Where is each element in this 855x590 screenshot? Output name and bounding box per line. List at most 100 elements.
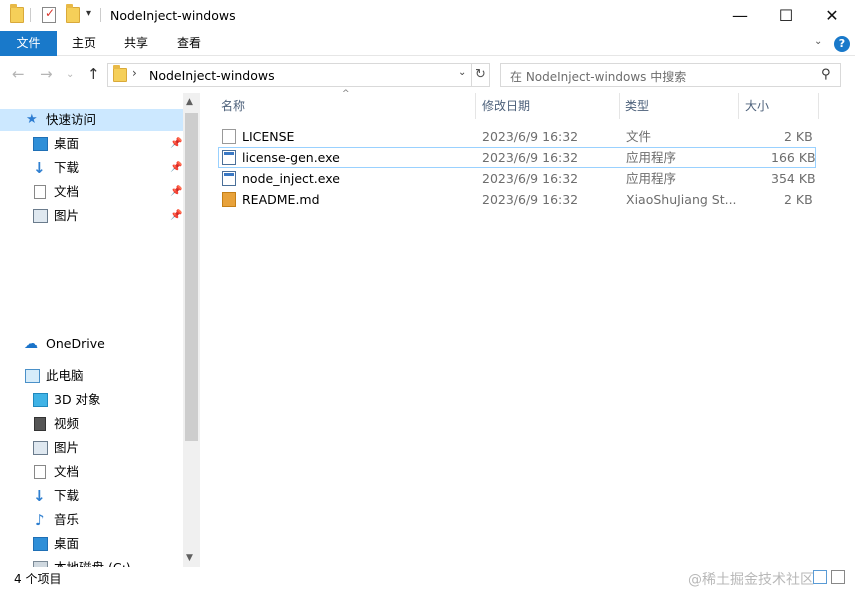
toolbar-divider xyxy=(30,8,31,22)
up-arrow-icon[interactable]: ↑ xyxy=(87,65,100,83)
pin-icon[interactable]: 📌 xyxy=(170,205,182,227)
sidebar-item-label: 此电脑 xyxy=(46,368,84,383)
column-header-name[interactable]: 名称 xyxy=(221,93,245,119)
sidebar-item-music[interactable]: ♪ 音乐 xyxy=(0,509,183,531)
sidebar-item-desktop[interactable]: 桌面 📌 xyxy=(0,133,183,155)
sidebar-item-label: 图片 xyxy=(54,440,80,455)
new-folder-icon[interactable] xyxy=(66,4,80,23)
breadcrumb-chevron-icon[interactable]: › xyxy=(132,66,137,80)
ribbon-tabs: 文件 主页 共享 查看 ⌄ ? xyxy=(0,31,855,56)
sidebar-item-label: 3D 对象 xyxy=(54,392,101,407)
tab-share[interactable]: 共享 xyxy=(114,31,158,56)
sidebar-item-label: 下载 xyxy=(54,488,80,503)
back-arrow-icon[interactable]: ← xyxy=(12,65,25,83)
customize-toolbar-icon[interactable]: ▾ xyxy=(86,8,91,19)
sidebar-item-quick-access[interactable]: ★ 快速访问 xyxy=(0,109,183,131)
navigation-pane: ★ 快速访问 桌面 📌 ↓ 下载 📌 文档 📌 图片 📌 ☁ OneDrive … xyxy=(0,93,200,567)
desktop-icon xyxy=(33,537,48,551)
search-placeholder: 在 NodeInject-windows 中搜索 xyxy=(510,70,687,84)
column-divider[interactable] xyxy=(475,93,476,119)
sort-ascending-icon: ^ xyxy=(342,89,350,99)
sidebar-item-pictures-pc[interactable]: 图片 xyxy=(0,437,183,459)
file-name: license-gen.exe xyxy=(242,150,340,165)
sidebar-item-label: 桌面 xyxy=(54,136,80,151)
sidebar-item-label: 快速访问 xyxy=(46,112,97,127)
file-name: node_inject.exe xyxy=(242,171,340,186)
status-bar: 4 个项目 @稀土掘金技术社区 xyxy=(0,567,855,590)
column-header-date[interactable]: 修改日期 xyxy=(482,93,530,119)
sidebar-item-videos[interactable]: 视频 xyxy=(0,413,183,435)
scroll-up-icon[interactable]: ▲ xyxy=(186,97,193,107)
markdown-icon xyxy=(222,192,236,207)
search-icon[interactable]: ⚲ xyxy=(821,67,831,82)
table-row[interactable]: license-gen.exe 2023/6/9 16:32 应用程序 166 … xyxy=(218,147,816,168)
file-size: 2 KB xyxy=(784,192,813,207)
sidebar-item-label: OneDrive xyxy=(46,336,105,351)
file-date: 2023/6/9 16:32 xyxy=(482,129,579,144)
sidebar-item-downloads-pc[interactable]: ↓ 下载 xyxy=(0,485,183,507)
column-header-size[interactable]: 大小 xyxy=(745,93,769,119)
tab-view[interactable]: 查看 xyxy=(167,31,211,56)
pin-icon[interactable]: 📌 xyxy=(170,157,182,179)
address-bar[interactable]: › NodeInject-windows ⌄ xyxy=(107,63,472,87)
sidebar-item-this-pc[interactable]: 此电脑 xyxy=(0,365,183,387)
properties-icon[interactable]: ✓ xyxy=(42,6,56,23)
table-row[interactable]: LICENSE 2023/6/9 16:32 文件 2 KB xyxy=(218,126,816,147)
computer-icon xyxy=(25,369,40,383)
table-row[interactable]: README.md 2023/6/9 16:32 XiaoShuJiang St… xyxy=(218,189,816,210)
breadcrumb-path[interactable]: NodeInject-windows xyxy=(149,68,275,83)
maximize-button[interactable]: ☐ xyxy=(763,0,809,31)
sidebar-item-label: 本地磁盘 (C:) xyxy=(54,557,131,567)
chevron-down-icon[interactable]: ⌄ xyxy=(814,36,822,47)
details-view-icon[interactable] xyxy=(813,570,827,584)
scroll-down-icon[interactable]: ▼ xyxy=(186,553,193,563)
tab-file[interactable]: 文件 xyxy=(0,31,57,56)
sidebar-item-local-disk[interactable]: 本地磁盘 (C:) xyxy=(0,557,183,567)
close-button[interactable]: ✕ xyxy=(809,0,855,31)
film-icon xyxy=(34,417,46,431)
exe-icon xyxy=(222,150,236,165)
sidebar-item-pictures[interactable]: 图片 📌 xyxy=(0,205,183,227)
cube-icon xyxy=(33,393,48,407)
watermark: @稀土掘金技术社区 xyxy=(688,572,814,588)
star-icon: ★ xyxy=(26,112,38,127)
file-date: 2023/6/9 16:32 xyxy=(482,150,579,165)
column-header-type[interactable]: 类型 xyxy=(625,93,649,119)
file-icon xyxy=(222,129,236,144)
column-divider[interactable] xyxy=(738,93,739,119)
document-icon xyxy=(34,465,46,479)
window-title: NodeInject-windows xyxy=(110,8,236,23)
picture-icon xyxy=(33,209,48,223)
sidebar-item-onedrive[interactable]: ☁ OneDrive xyxy=(0,333,183,355)
tab-home[interactable]: 主页 xyxy=(62,31,106,56)
pin-icon[interactable]: 📌 xyxy=(170,133,182,155)
chevron-down-icon[interactable]: ⌄ xyxy=(458,67,466,78)
download-arrow-icon: ↓ xyxy=(33,487,46,505)
sidebar-item-documents-pc[interactable]: 文档 xyxy=(0,461,183,483)
refresh-icon[interactable]: ↻ xyxy=(472,63,490,87)
column-divider[interactable] xyxy=(619,93,620,119)
title-bar: ✓ ▾ NodeInject-windows — ☐ ✕ xyxy=(0,0,855,31)
sidebar-item-documents[interactable]: 文档 📌 xyxy=(0,181,183,203)
column-divider[interactable] xyxy=(818,93,819,119)
folder-icon xyxy=(113,65,127,82)
sidebar-item-label: 音乐 xyxy=(54,512,80,527)
file-size: 166 KB xyxy=(771,150,816,165)
file-type: 应用程序 xyxy=(626,171,677,186)
minimize-button[interactable]: — xyxy=(717,0,763,31)
help-icon[interactable]: ? xyxy=(834,36,850,52)
nav-scrollbar-thumb[interactable] xyxy=(185,113,198,441)
forward-arrow-icon[interactable]: → xyxy=(40,65,53,83)
large-icons-view-icon[interactable] xyxy=(831,570,845,584)
folder-icon xyxy=(10,4,24,23)
search-input[interactable]: 在 NodeInject-windows 中搜索 ⚲ xyxy=(500,63,841,87)
table-row[interactable]: node_inject.exe 2023/6/9 16:32 应用程序 354 … xyxy=(218,168,816,189)
sidebar-item-desktop-pc[interactable]: 桌面 xyxy=(0,533,183,555)
pin-icon[interactable]: 📌 xyxy=(170,181,182,203)
sidebar-item-downloads[interactable]: ↓ 下载 📌 xyxy=(0,157,183,179)
sidebar-item-label: 文档 xyxy=(54,464,80,479)
file-type: 文件 xyxy=(626,129,652,144)
recent-locations-icon[interactable]: ⌄ xyxy=(66,69,74,80)
sidebar-item-label: 桌面 xyxy=(54,536,80,551)
sidebar-item-3d-objects[interactable]: 3D 对象 xyxy=(0,389,183,411)
